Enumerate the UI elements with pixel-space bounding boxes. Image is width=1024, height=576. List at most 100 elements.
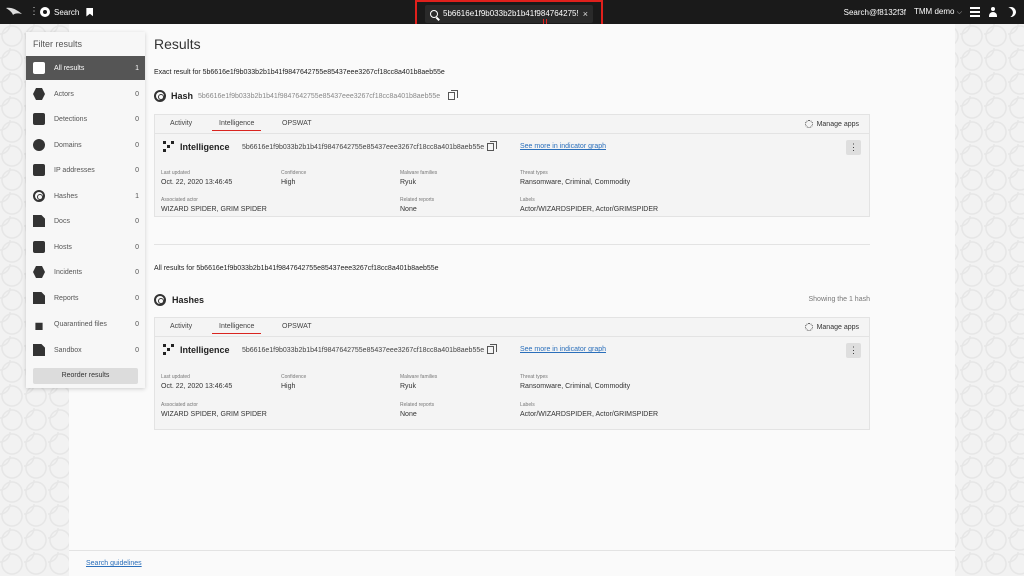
field-value: WIZARD SPIDER, GRIM SPIDER [161, 411, 267, 418]
intelligence-hash: 5b6616e1f9b033b2b1b41f9847642755e85437ee… [242, 344, 498, 354]
bookmark-icon[interactable] [86, 7, 94, 17]
field-label: Threat types [520, 374, 548, 380]
dark-mode-icon[interactable] [1004, 5, 1018, 19]
field-label: Last updated [161, 170, 190, 176]
field-label: Malware families [400, 170, 438, 176]
tab-opswat[interactable]: OPSWAT [282, 120, 312, 127]
filter-count: 0 [135, 320, 139, 328]
filter-item-all-results[interactable]: All results 1 [26, 56, 145, 80]
field-threat-types: Threat types Ransomware, Criminal, Commod… [520, 170, 630, 186]
field-threat-types: Threat types Ransomware, Criminal, Commod… [520, 374, 630, 390]
field-related-reports: Related reports None [400, 197, 434, 213]
search-nav-label: Search [54, 7, 80, 17]
tenant-label: TMM demo [914, 7, 955, 16]
user-icon[interactable] [988, 7, 998, 17]
filter-item-incidents[interactable]: Incidents 0 [26, 260, 145, 284]
filter-label: Hashes [54, 192, 78, 200]
field-last-updated: Last updated Oct. 22, 2020 13:46:45 [161, 170, 232, 186]
user-label[interactable]: Search@f8132f3f [844, 8, 906, 17]
filter-label: Docs [54, 217, 70, 225]
field-value: High [281, 179, 296, 186]
hashes-header: Hashes [154, 294, 204, 306]
filter-item-ip-addresses[interactable]: IP addresses 0 [26, 158, 145, 182]
global-search-box[interactable]: 5b6616e1f9b033b2b1b41f9847642755e85437ee… [415, 0, 603, 27]
filter-item-sandbox[interactable]: Sandbox 0 [26, 338, 145, 362]
fingerprint-icon [154, 90, 166, 102]
layers-icon[interactable] [970, 7, 980, 17]
search-query-text[interactable]: 5b6616e1f9b033b2b1b41f9847642755e85437ee… [443, 9, 578, 18]
page-title: Results [154, 36, 201, 52]
filter-title: Filter results [33, 39, 83, 49]
filter-label: Actors [54, 90, 74, 98]
tab-intelligence[interactable]: Intelligence [211, 323, 262, 334]
filter-item-detections[interactable]: Detections 0 [26, 107, 145, 131]
field-associated-actor: Associated actor WIZARD SPIDER, GRIM SPID… [161, 402, 267, 418]
copy-icon[interactable] [487, 141, 498, 151]
search-guidelines-link[interactable]: Search guidelines [86, 560, 142, 567]
copy-icon[interactable] [448, 90, 459, 100]
footer: Search guidelines [69, 550, 955, 576]
filter-item-hosts[interactable]: Hosts 0 [26, 235, 145, 259]
field-label: Malware families [400, 374, 438, 380]
field-label: Last updated [161, 374, 190, 380]
filter-count: 1 [135, 64, 139, 72]
filter-item-actors[interactable]: Actors 0 [26, 82, 145, 106]
search-icon [430, 9, 438, 18]
intelligence-icon [163, 344, 174, 355]
chevron-down-icon: ⌵ [956, 9, 962, 16]
field-malware-families: Malware families Ryuk [400, 374, 437, 390]
fingerprint-icon [154, 294, 166, 306]
lock-icon [35, 322, 43, 330]
field-value: High [281, 383, 296, 390]
indicator-graph-link[interactable]: See more in indicator graph [520, 143, 606, 150]
globe-icon [33, 139, 45, 151]
filter-item-domains[interactable]: Domains 0 [26, 133, 145, 157]
field-value: Ryuk [400, 383, 416, 390]
more-options-button[interactable]: ⋮ [846, 140, 861, 155]
report-icon [33, 292, 45, 304]
host-icon [33, 241, 45, 253]
all-results-label: All results for 5b6616e1f9b033b2b1b41f98… [154, 265, 439, 272]
field-related-reports: Related reports None [400, 402, 434, 418]
filter-label: Reports [54, 294, 79, 302]
filter-item-reports[interactable]: Reports 0 [26, 286, 145, 310]
filter-item-quarantined-files[interactable]: Quarantined files 0 [26, 312, 145, 336]
doc-icon [33, 215, 45, 227]
field-malware-families: Malware families Ryuk [400, 170, 437, 186]
indicator-graph-link[interactable]: See more in indicator graph [520, 346, 606, 353]
field-label: Related reports [400, 197, 435, 203]
field-label: Labels [520, 402, 535, 408]
intelligence-hash: 5b6616e1f9b033b2b1b41f9847642755e85437ee… [242, 141, 498, 151]
filter-label: Quarantined files [54, 320, 107, 328]
filter-item-docs[interactable]: Docs 0 [26, 209, 145, 233]
intel-row: Intelligence 5b6616e1f9b033b2b1b41f98476… [155, 337, 869, 361]
field-label: Related reports [400, 402, 435, 408]
filter-label: Detections [54, 115, 88, 123]
reorder-results-button[interactable]: Reorder results [33, 368, 138, 384]
search-nav-link[interactable]: Search [40, 7, 79, 17]
manage-apps-button[interactable]: Manage apps [804, 120, 859, 128]
filter-count: 0 [135, 90, 139, 98]
field-label: Confidence [281, 170, 307, 176]
tab-activity[interactable]: Activity [170, 120, 192, 127]
clear-search-icon[interactable]: × [583, 9, 588, 19]
field-value: Actor/WIZARDSPIDER, Actor/GRIMSPIDER [520, 411, 659, 418]
field-value: WIZARD SPIDER, GRIM SPIDER [161, 206, 267, 213]
field-label: Threat types [520, 170, 548, 176]
incident-icon [33, 266, 45, 278]
falcon-logo-icon[interactable] [6, 6, 22, 18]
filter-item-hashes[interactable]: Hashes 1 [26, 184, 145, 208]
apps-menu-icon[interactable]: ⋮ [29, 7, 39, 17]
tab-activity[interactable]: Activity [170, 323, 192, 330]
tab-opswat[interactable]: OPSWAT [282, 323, 312, 330]
manage-apps-button[interactable]: Manage apps [804, 323, 859, 331]
filter-count: 1 [135, 192, 139, 200]
field-labels: Labels Actor/WIZARDSPIDER, Actor/GRIMSPID… [520, 402, 658, 418]
tenant-selector[interactable]: TMM demo ⌵ [914, 7, 962, 17]
tab-intelligence[interactable]: Intelligence [211, 120, 262, 131]
copy-icon[interactable] [487, 344, 498, 354]
filter-label: IP addresses [54, 166, 95, 174]
global-search-input[interactable]: 5b6616e1f9b033b2b1b41f9847642755e85437ee… [425, 4, 593, 23]
more-options-button[interactable]: ⋮ [846, 343, 861, 358]
intelligence-title: Intelligence [180, 345, 230, 355]
